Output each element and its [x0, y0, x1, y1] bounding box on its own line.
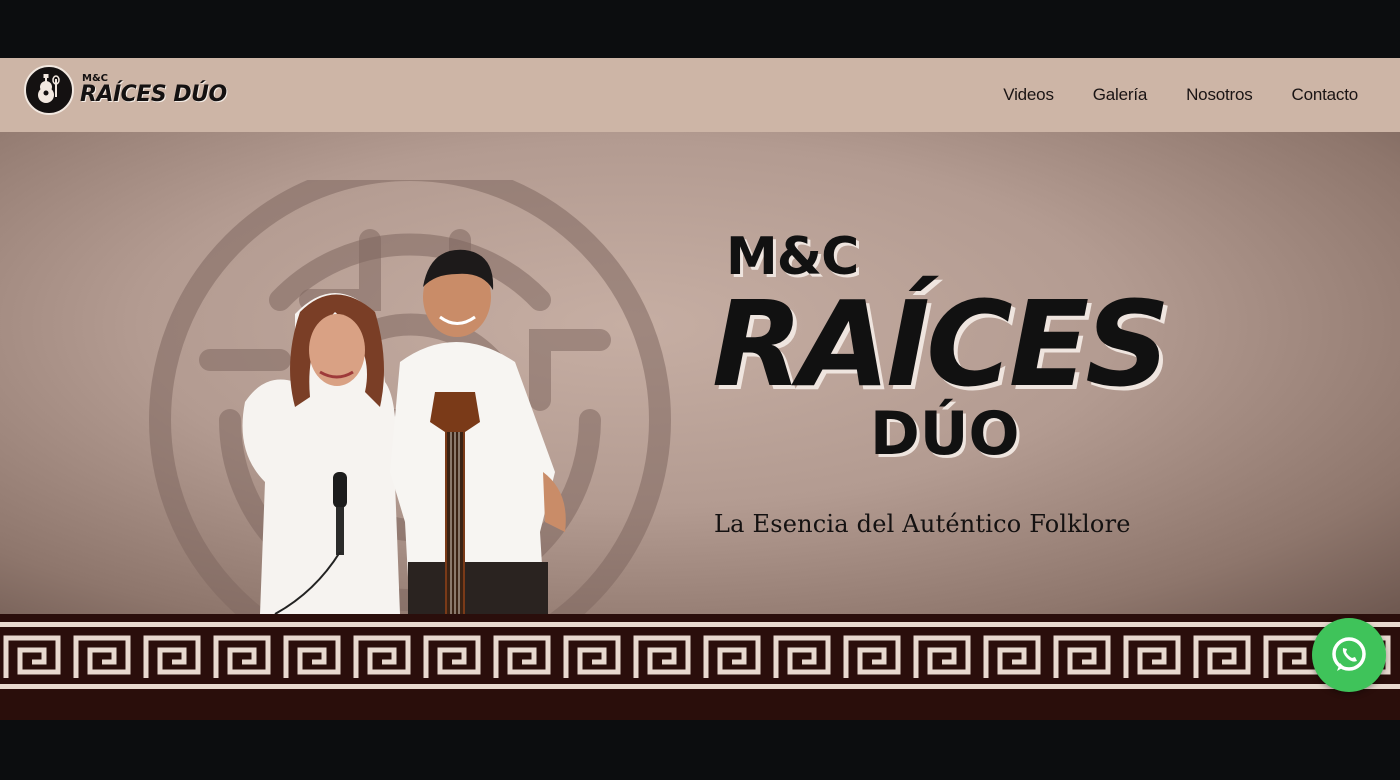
duo-photo [242, 249, 566, 614]
hero-banner: M&C RAÍCES DÚO La Esencia del Auténtico … [0, 132, 1400, 614]
brand-wordmark: M&C RAÍCES DÚO [80, 74, 227, 106]
hero-tagline: La Esencia del Auténtico Folklore [714, 510, 1131, 538]
whatsapp-icon [1332, 637, 1366, 671]
hero-title: M&C RAÍCES DÚO [712, 228, 1170, 466]
brand-big-text: RAÍCES DÚO [80, 82, 227, 107]
site-header: M&C RAÍCES DÚO Videos Galería Nosotros C… [0, 58, 1400, 132]
nav-link-contacto[interactable]: Contacto [1292, 85, 1359, 105]
bottom-letterbox [0, 720, 1400, 780]
nav-link-videos[interactable]: Videos [1003, 85, 1054, 105]
top-letterbox [0, 0, 1400, 58]
nav-link-nosotros[interactable]: Nosotros [1186, 85, 1253, 105]
whatsapp-button[interactable] [1312, 618, 1386, 692]
hero-title-big: RAÍCES [712, 275, 1170, 413]
guitar-logo-icon [24, 65, 74, 115]
nav-link-galeria[interactable]: Galería [1093, 85, 1148, 105]
main-nav: Videos Galería Nosotros Contacto [1003, 58, 1358, 132]
brand-logo[interactable]: M&C RAÍCES DÚO [24, 64, 227, 116]
greek-key-band [0, 614, 1400, 720]
